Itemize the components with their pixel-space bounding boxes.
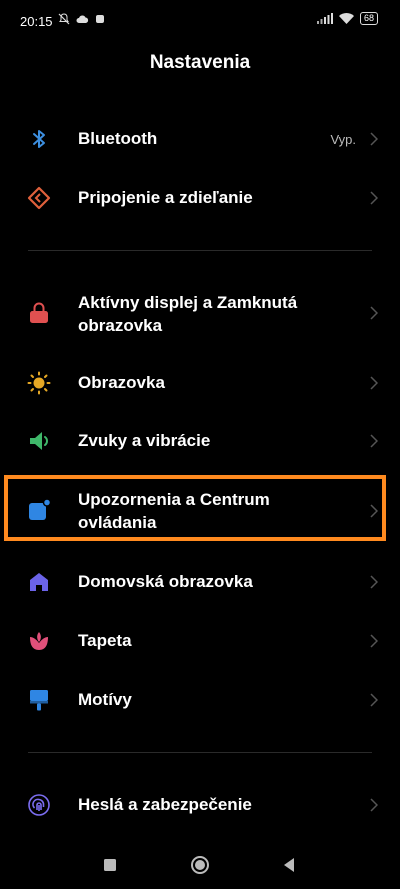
status-bar: 20:15 68 xyxy=(0,0,400,44)
setting-label: Tapeta xyxy=(78,631,132,650)
bluetooth-icon xyxy=(33,130,45,148)
status-time: 20:15 xyxy=(20,14,53,29)
sun-icon xyxy=(27,371,51,395)
chevron-right-icon xyxy=(370,306,378,320)
fingerprint-icon xyxy=(28,794,50,816)
setting-label: Heslá a zabezpečenie xyxy=(78,795,252,814)
chevron-right-icon xyxy=(370,434,378,448)
chevron-right-icon xyxy=(370,798,378,812)
home-icon xyxy=(30,573,48,591)
chevron-right-icon xyxy=(370,693,378,707)
setting-sound[interactable]: Zvuky a vibrácie xyxy=(0,426,400,456)
page-title: Nastavenia xyxy=(149,52,251,73)
setting-label: Pripojenie a zdieľanie xyxy=(78,188,253,207)
setting-label: Domovská obrazovka xyxy=(78,572,253,591)
chevron-right-icon xyxy=(370,634,378,648)
cloud-icon xyxy=(76,15,89,23)
setting-wallpaper[interactable]: Tapeta xyxy=(0,626,400,656)
square-icon xyxy=(96,15,104,23)
chevron-right-icon xyxy=(370,191,378,205)
highlight-frame xyxy=(4,475,386,541)
lock-icon xyxy=(30,302,48,323)
navigation-bar xyxy=(0,839,400,889)
setting-label: Bluetooth xyxy=(78,129,158,148)
chevron-right-icon xyxy=(370,132,378,146)
brush-icon xyxy=(30,690,48,711)
connection-icon xyxy=(27,186,51,210)
section-divider xyxy=(28,752,372,753)
setting-bluetooth[interactable]: Bluetooth Vyp. xyxy=(0,124,400,154)
back-button[interactable] xyxy=(282,857,296,873)
setting-label: Motívy xyxy=(78,690,132,709)
setting-themes[interactable]: Motívy xyxy=(0,685,400,715)
home-button[interactable] xyxy=(190,855,210,875)
wifi-icon xyxy=(338,13,354,24)
section-divider xyxy=(28,250,372,251)
setting-home-screen[interactable]: Domovská obrazovka xyxy=(0,567,400,597)
setting-value: Vyp. xyxy=(330,132,356,147)
setting-lock-screen[interactable]: Aktívny displej a Zamknutá obrazovka xyxy=(0,290,400,336)
mute-icon xyxy=(58,13,70,25)
chevron-right-icon xyxy=(370,575,378,589)
battery-indicator: 68 xyxy=(359,12,378,25)
chevron-right-icon xyxy=(370,376,378,390)
setting-label: Zvuky a vibrácie xyxy=(78,431,211,450)
setting-label: Obrazovka xyxy=(78,373,165,392)
setting-display[interactable]: Obrazovka xyxy=(0,368,400,398)
setting-label-continued: obrazovka xyxy=(78,316,163,335)
speaker-icon xyxy=(30,432,48,450)
flower-icon xyxy=(30,632,48,650)
signal-icon xyxy=(316,13,333,24)
setting-label: Aktívny displej a Zamknutá xyxy=(78,293,298,312)
recents-button[interactable] xyxy=(103,858,117,872)
setting-security[interactable]: Heslá a zabezpečenie xyxy=(0,790,400,820)
setting-connection[interactable]: Pripojenie a zdieľanie xyxy=(0,183,400,213)
settings-screen: 20:15 68 Nastavenia Bluetooth Vyp. Pripo… xyxy=(0,0,400,889)
